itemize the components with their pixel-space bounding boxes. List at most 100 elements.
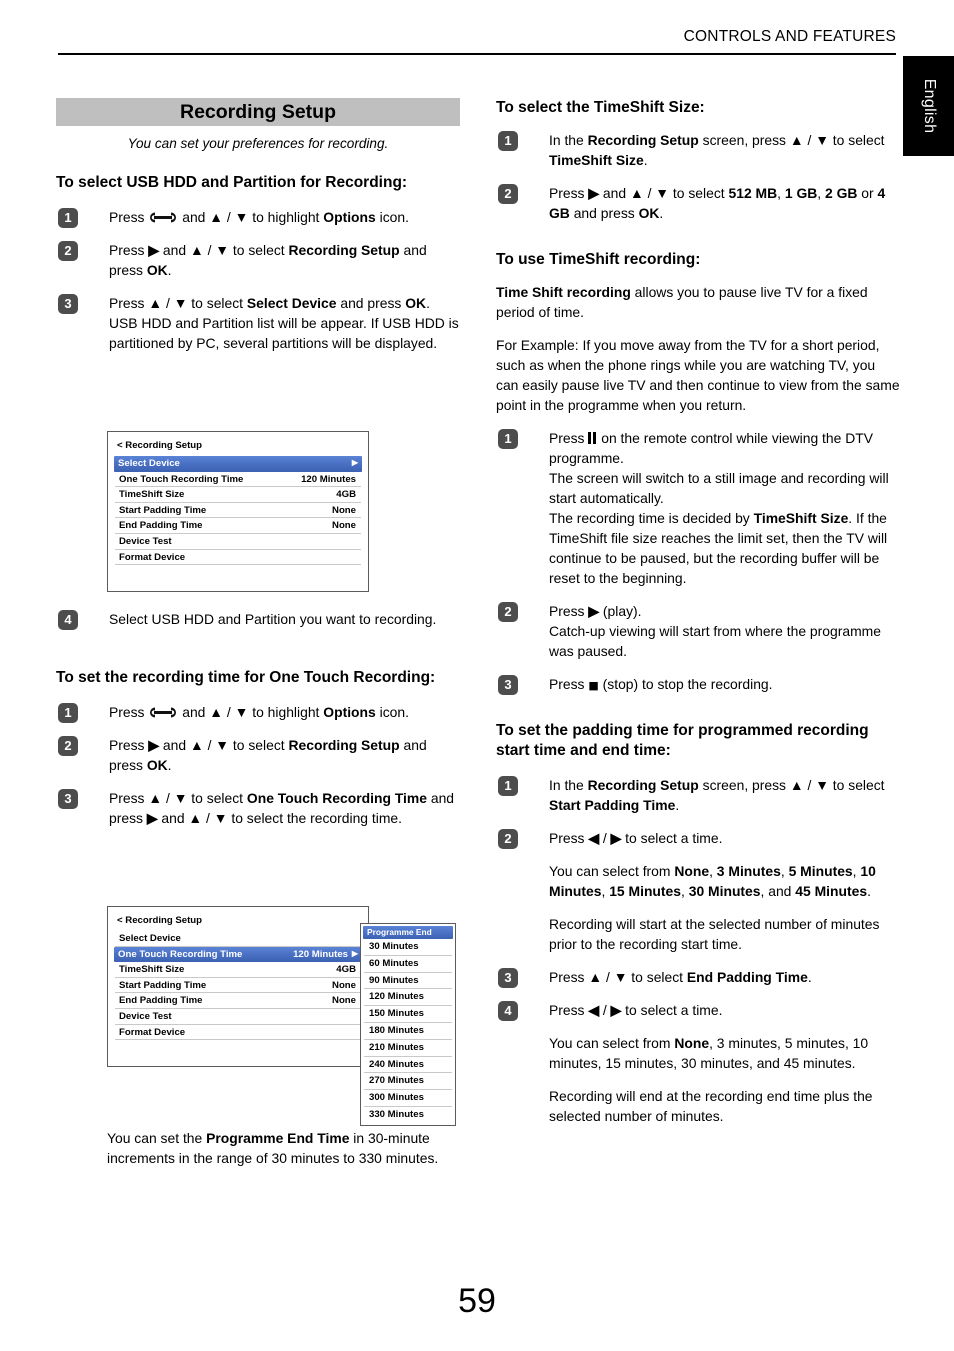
dropdown-item[interactable]: 30 Minutes xyxy=(364,939,452,956)
dropdown-item[interactable]: 240 Minutes xyxy=(364,1057,452,1074)
header-rule xyxy=(58,53,896,55)
dropdown-item[interactable]: 180 Minutes xyxy=(364,1023,452,1040)
language-tab: English xyxy=(903,56,954,156)
padding-note-3: You can select from None, 3 minutes, 5 m… xyxy=(549,1034,869,1071)
step-text: Press ▲ / ▼ to select End Padding Time. xyxy=(549,968,812,985)
tv-row-label: Format Device xyxy=(119,551,186,563)
step-item: 3 Press ▲ / ▼ to select Select Device an… xyxy=(56,293,460,353)
padding-note-2: Recording will start at the selected num… xyxy=(549,915,880,952)
tv-menu-row[interactable]: Format Device xyxy=(115,1025,361,1041)
dropdown-item[interactable]: 270 Minutes xyxy=(364,1073,452,1091)
tv-menu-row[interactable]: Select Device ▶ xyxy=(114,456,362,472)
step-text: Press ◀ / ▶ to select a time. xyxy=(549,829,723,846)
tv-row-value: 4GB xyxy=(336,489,356,501)
step-text: Select USB HDD and Partition you want to… xyxy=(109,611,437,627)
tv-menu-row[interactable]: One Touch Recording Time 120 Minutes xyxy=(115,472,361,488)
tv-row-label: End Padding Time xyxy=(119,520,203,532)
step-number-badge: 1 xyxy=(498,428,518,449)
tv-menu-row[interactable]: Device Test xyxy=(115,1009,361,1025)
step-text: Press ▲ / ▼ to select One Touch Recordin… xyxy=(109,789,455,826)
tv-row-label: Select Device xyxy=(119,933,181,944)
page-header: CONTROLS AND FEATURES xyxy=(58,28,896,58)
dropdown-item[interactable]: 120 Minutes xyxy=(364,989,452,1007)
step-item: 1 In the Recording Setup screen, press ▲… xyxy=(496,775,900,815)
tv-row-value: 120 Minutes xyxy=(301,473,356,485)
right-column: To select the TimeShift Size: 1 In the R… xyxy=(496,98,900,1139)
step-item: 2 Press ◀ / ▶ to select a time. xyxy=(496,828,900,849)
tv-menu-row[interactable]: End Padding Time None xyxy=(115,518,361,534)
dropdown-item[interactable]: 90 Minutes xyxy=(364,973,452,990)
dropdown-item[interactable]: 210 Minutes xyxy=(364,1040,452,1057)
pause-icon xyxy=(588,431,597,444)
tv-row-label: One Touch Recording Time xyxy=(119,473,244,485)
step-number-badge: 1 xyxy=(58,207,78,228)
step-item: 1 Press and ▲ / ▼ to highlight Options i… xyxy=(56,207,460,228)
tv-row-label: TimeShift Size xyxy=(119,964,185,976)
tv-menu-row[interactable]: Select Device xyxy=(115,931,361,947)
tv-menu-row[interactable]: End Padding Time None xyxy=(115,993,361,1009)
step-number-badge: 4 xyxy=(498,1000,518,1021)
tv-menu-title: < Recording Setup xyxy=(117,915,203,926)
dropdown-item[interactable]: 330 Minutes xyxy=(364,1107,452,1123)
step-number-badge: 1 xyxy=(498,130,518,151)
dropdown-item[interactable]: 300 Minutes xyxy=(364,1090,452,1107)
tv-row-label: Select Device xyxy=(118,458,180,469)
dropdown-item[interactable]: 150 Minutes xyxy=(364,1006,452,1023)
step-text: Press ■ (stop) to stop the recording. xyxy=(549,675,773,692)
steps-select-usb-hdd: 1 Press and ▲ / ▼ to highlight Options i… xyxy=(56,207,460,353)
step-text: Press and ▲ / ▼ to highlight Options ico… xyxy=(109,703,409,720)
step-number-badge: 3 xyxy=(498,674,518,695)
tv-row-value: None xyxy=(332,995,356,1007)
tv-menu-rows: Select Device ▶ One Touch Recording Time… xyxy=(108,456,368,566)
step-number-badge: 2 xyxy=(498,601,518,622)
step-text: Press ◀ / ▶ to select a time. xyxy=(549,1001,723,1018)
step-item: 4 Press ◀ / ▶ to select a time. xyxy=(496,1000,900,1021)
tv-menu-recording-setup-2: < Recording Setup Select Device One Touc… xyxy=(107,906,369,1067)
tv-row-value: 120 Minutes xyxy=(293,948,348,960)
step-number-badge: 2 xyxy=(58,735,78,756)
tv-row-label: TimeShift Size xyxy=(119,489,185,501)
tv-row-label: Device Test xyxy=(119,1010,172,1022)
timeshift-intro-1: Time Shift recording allows you to pause… xyxy=(496,283,868,320)
step-text: Press and ▲ / ▼ to highlight Options ico… xyxy=(109,208,409,225)
heading-one-touch-recording: To set the recording time for One Touch … xyxy=(56,669,436,686)
tv-menu-row[interactable]: Device Test xyxy=(115,534,361,550)
step-item: 2 Press ▶ and ▲ / ▼ to select Recording … xyxy=(56,735,460,775)
step-number-badge: 3 xyxy=(498,967,518,988)
step-text: Press ▶ and ▲ / ▼ to select Recording Se… xyxy=(109,736,427,773)
tv-menu-row[interactable]: Format Device xyxy=(115,550,361,566)
tv-row-label: Format Device xyxy=(119,1026,186,1038)
step-item: 1 Press and ▲ / ▼ to highlight Options i… xyxy=(56,702,460,723)
step-text: In the Recording Setup screen, press ▲ /… xyxy=(549,131,885,168)
step-number-badge: 3 xyxy=(58,293,78,314)
tv-menu-row[interactable]: TimeShift Size 4GB xyxy=(115,487,361,503)
step-number-badge: 1 xyxy=(58,702,78,723)
section-banner-recording-setup: Recording Setup xyxy=(56,98,460,126)
step-item: 2 Press ▶ and ▲ / ▼ to select Recording … xyxy=(56,240,460,280)
tv-menu-row[interactable]: Start Padding Time None xyxy=(115,503,361,519)
step-select-usb-partition: 4 Select USB HDD and Partition you want … xyxy=(56,609,460,642)
step-number-badge: 3 xyxy=(58,788,78,809)
chevron-right-icon: ▶ xyxy=(351,458,358,468)
step-number-badge: 2 xyxy=(498,828,518,849)
step-number-badge: 2 xyxy=(498,183,518,204)
tv-row-label: Device Test xyxy=(119,535,172,547)
tv-row-label: Start Padding Time xyxy=(119,504,207,516)
step-text: Press on the remote control while viewin… xyxy=(549,429,889,586)
tv-row-label: End Padding Time xyxy=(119,995,203,1007)
heading-padding-time: To set the padding time for programmed r… xyxy=(496,722,869,759)
step-text: Press ▶ (play). Catch-up viewing will sta… xyxy=(549,602,881,659)
page-number: 59 xyxy=(458,1282,496,1320)
tv-menu-row[interactable]: Start Padding Time None xyxy=(115,978,361,994)
tv-menu-row[interactable]: One Touch Recording Time 120 Minutes ▶ xyxy=(114,946,362,963)
tv-row-label: Start Padding Time xyxy=(119,979,207,991)
dropdown-item[interactable]: 60 Minutes xyxy=(364,956,452,973)
tv-menu-row[interactable]: TimeShift Size 4GB xyxy=(115,962,361,978)
padding-note-1: You can select from None, 3 Minutes, 5 M… xyxy=(549,862,876,899)
language-tab-label: English xyxy=(920,78,938,134)
tv-row-value: None xyxy=(332,520,356,532)
tv-row-value: None xyxy=(332,504,356,516)
heading-select-timeshift-size: To select the TimeShift Size: xyxy=(496,99,705,116)
